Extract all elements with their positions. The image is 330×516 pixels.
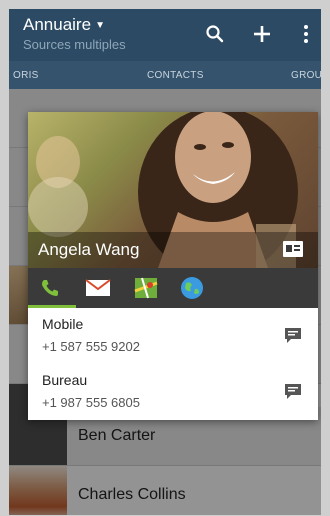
phone-icon[interactable] xyxy=(36,276,64,300)
caret-down-icon: ▼ xyxy=(95,20,105,31)
phone-label: Bureau xyxy=(42,372,88,388)
add-icon[interactable] xyxy=(250,22,274,46)
contact-photo: Angela Wang xyxy=(28,112,318,268)
contact-action-bar xyxy=(28,268,318,308)
tab-groupes[interactable]: GROU xyxy=(291,70,321,81)
message-icon[interactable] xyxy=(282,325,306,347)
directory-dropdown[interactable]: Annuaire ▼ xyxy=(23,15,105,35)
message-icon[interactable] xyxy=(282,381,306,403)
quick-contact-card: Angela Wang Mobile +1 587 555 9202 Burea… xyxy=(28,112,318,420)
tab-contacts[interactable]: CONTACTS xyxy=(147,70,204,81)
app-title: Annuaire xyxy=(23,15,92,34)
map-icon[interactable] xyxy=(132,276,160,300)
web-icon[interactable] xyxy=(178,276,206,300)
phone-row-bureau[interactable]: Bureau +1 987 555 6805 xyxy=(28,364,318,420)
search-icon[interactable] xyxy=(203,22,227,46)
more-icon[interactable] xyxy=(299,22,313,46)
contact-name-bar: Angela Wang xyxy=(28,232,318,268)
contact-name: Angela Wang xyxy=(38,240,140,259)
app-bar: Annuaire ▼ Sources multiples xyxy=(9,9,321,61)
phone-label: Mobile xyxy=(42,316,84,332)
app-subtitle: Sources multiples xyxy=(23,37,126,52)
mail-icon[interactable] xyxy=(84,276,112,300)
phone-row-mobile[interactable]: Mobile +1 587 555 9202 xyxy=(28,308,318,364)
contact-details-icon[interactable] xyxy=(282,240,304,258)
phone-number: +1 587 555 9202 xyxy=(42,339,140,354)
phone-number: +1 987 555 6805 xyxy=(42,395,140,410)
tab-favoris[interactable]: ORIS xyxy=(13,70,39,81)
tab-bar: ORIS CONTACTS GROU xyxy=(9,61,321,89)
screen: Annuaire ▼ Sources multiples ORIS CONTACT… xyxy=(9,9,321,515)
